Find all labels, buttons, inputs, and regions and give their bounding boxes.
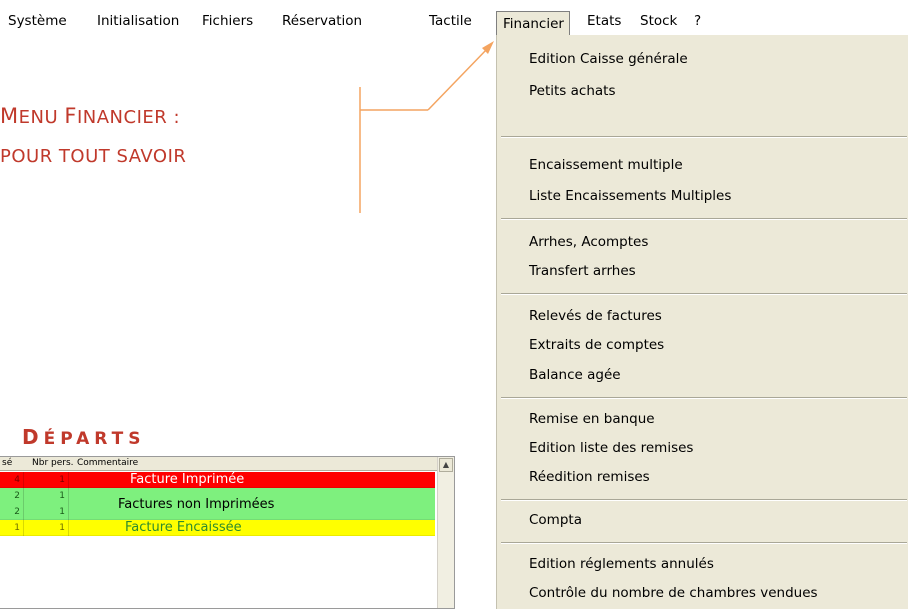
annotation-subtitle: POUR TOUT SAVOIR xyxy=(0,146,187,167)
cell-nbr-pers: 1 xyxy=(24,488,69,504)
cell-se: 4 xyxy=(0,472,24,488)
menu-help[interactable]: ? xyxy=(694,9,701,33)
menu-item-edition-reglements-annules[interactable]: Edition réglements annulés xyxy=(529,554,714,574)
menu-separator xyxy=(501,542,907,544)
cell-comment: Facture Encaissée xyxy=(125,520,242,535)
menu-separator xyxy=(501,218,907,220)
annotation-cap-f: F xyxy=(64,104,77,128)
menu-bar: Système Initialisation Fichiers Réservat… xyxy=(0,0,908,36)
menu-item-edition-liste-remises[interactable]: Edition liste des remises xyxy=(529,438,693,458)
departures-grid: sé Nbr pers. Commentaire 4 1 Facture Imp… xyxy=(0,456,455,609)
menu-tactile[interactable]: Tactile xyxy=(429,9,472,33)
scroll-up-icon[interactable]: ▲ xyxy=(439,458,453,472)
table-row[interactable]: 1 1 Facture Encaissée xyxy=(0,520,435,536)
cell-comment: Facture Imprimée xyxy=(130,472,245,487)
menu-item-releves-factures[interactable]: Relevés de factures xyxy=(529,306,662,326)
cell-nbr-pers: 1 xyxy=(24,520,69,536)
annotation-text-inancier: INANCIER : xyxy=(76,107,181,128)
menu-item-petits-achats[interactable]: Petits achats xyxy=(529,81,615,101)
cell-nbr-pers: 1 xyxy=(24,472,69,488)
menu-separator xyxy=(501,499,907,501)
menu-item-liste-encaissements[interactable]: Liste Encaissements Multiples xyxy=(529,186,731,206)
cell-nbr-pers: 1 xyxy=(24,504,69,520)
menu-systeme[interactable]: Système xyxy=(8,9,67,33)
menu-item-arrhes-acomptes[interactable]: Arrhes, Acomptes xyxy=(529,232,648,252)
menu-reservation[interactable]: Réservation xyxy=(282,9,362,33)
menu-separator xyxy=(501,293,907,295)
menu-item-reedition-remises[interactable]: Réedition remises xyxy=(529,467,650,487)
header-col-nbr-pers[interactable]: Nbr pers. xyxy=(30,457,75,470)
annotation-cap-m: M xyxy=(0,104,19,128)
cell-se: 2 xyxy=(0,488,24,504)
menu-item-balance-agee[interactable]: Balance agée xyxy=(529,365,621,385)
menu-item-controle-chambres[interactable]: Contrôle du nombre de chambres vendues xyxy=(529,583,818,603)
menu-separator xyxy=(501,136,907,138)
menu-financier[interactable]: Financier xyxy=(496,11,570,35)
grid-header: sé Nbr pers. Commentaire xyxy=(0,457,438,471)
departs-heading: DÉPARTS xyxy=(22,425,145,449)
table-row[interactable]: 4 1 Facture Imprimée xyxy=(0,472,435,488)
menu-separator xyxy=(501,397,907,399)
menu-stock[interactable]: Stock xyxy=(640,9,677,33)
financier-dropdown: Edition Caisse générale Petits achats En… xyxy=(496,35,908,609)
departs-rest: ÉPARTS xyxy=(43,429,146,449)
menu-fichiers[interactable]: Fichiers xyxy=(202,9,253,33)
menu-etats[interactable]: Etats xyxy=(587,9,621,33)
merged-comment: Factures non Imprimées xyxy=(118,497,275,512)
menu-item-extraits-comptes[interactable]: Extraits de comptes xyxy=(529,335,664,355)
header-col-commentaire[interactable]: Commentaire xyxy=(75,457,435,470)
annotation-title: MENU FINANCIER : xyxy=(0,104,180,128)
menu-initialisation[interactable]: Initialisation xyxy=(97,9,179,33)
menu-item-compta[interactable]: Compta xyxy=(529,510,582,530)
cell-se: 2 xyxy=(0,504,24,520)
menu-item-edition-caisse[interactable]: Edition Caisse générale xyxy=(529,49,688,69)
menu-item-encaissement-multiple[interactable]: Encaissement multiple xyxy=(529,155,683,175)
menu-item-transfert-arrhes[interactable]: Transfert arrhes xyxy=(529,261,636,281)
departs-cap: D xyxy=(22,425,44,449)
annotation-text-enu: ENU xyxy=(18,107,65,128)
menu-item-remise-banque[interactable]: Remise en banque xyxy=(529,409,655,429)
header-col-se[interactable]: sé xyxy=(0,457,30,470)
cell-se: 1 xyxy=(0,520,24,536)
grid-scrollbar[interactable]: ▲ xyxy=(437,457,454,608)
